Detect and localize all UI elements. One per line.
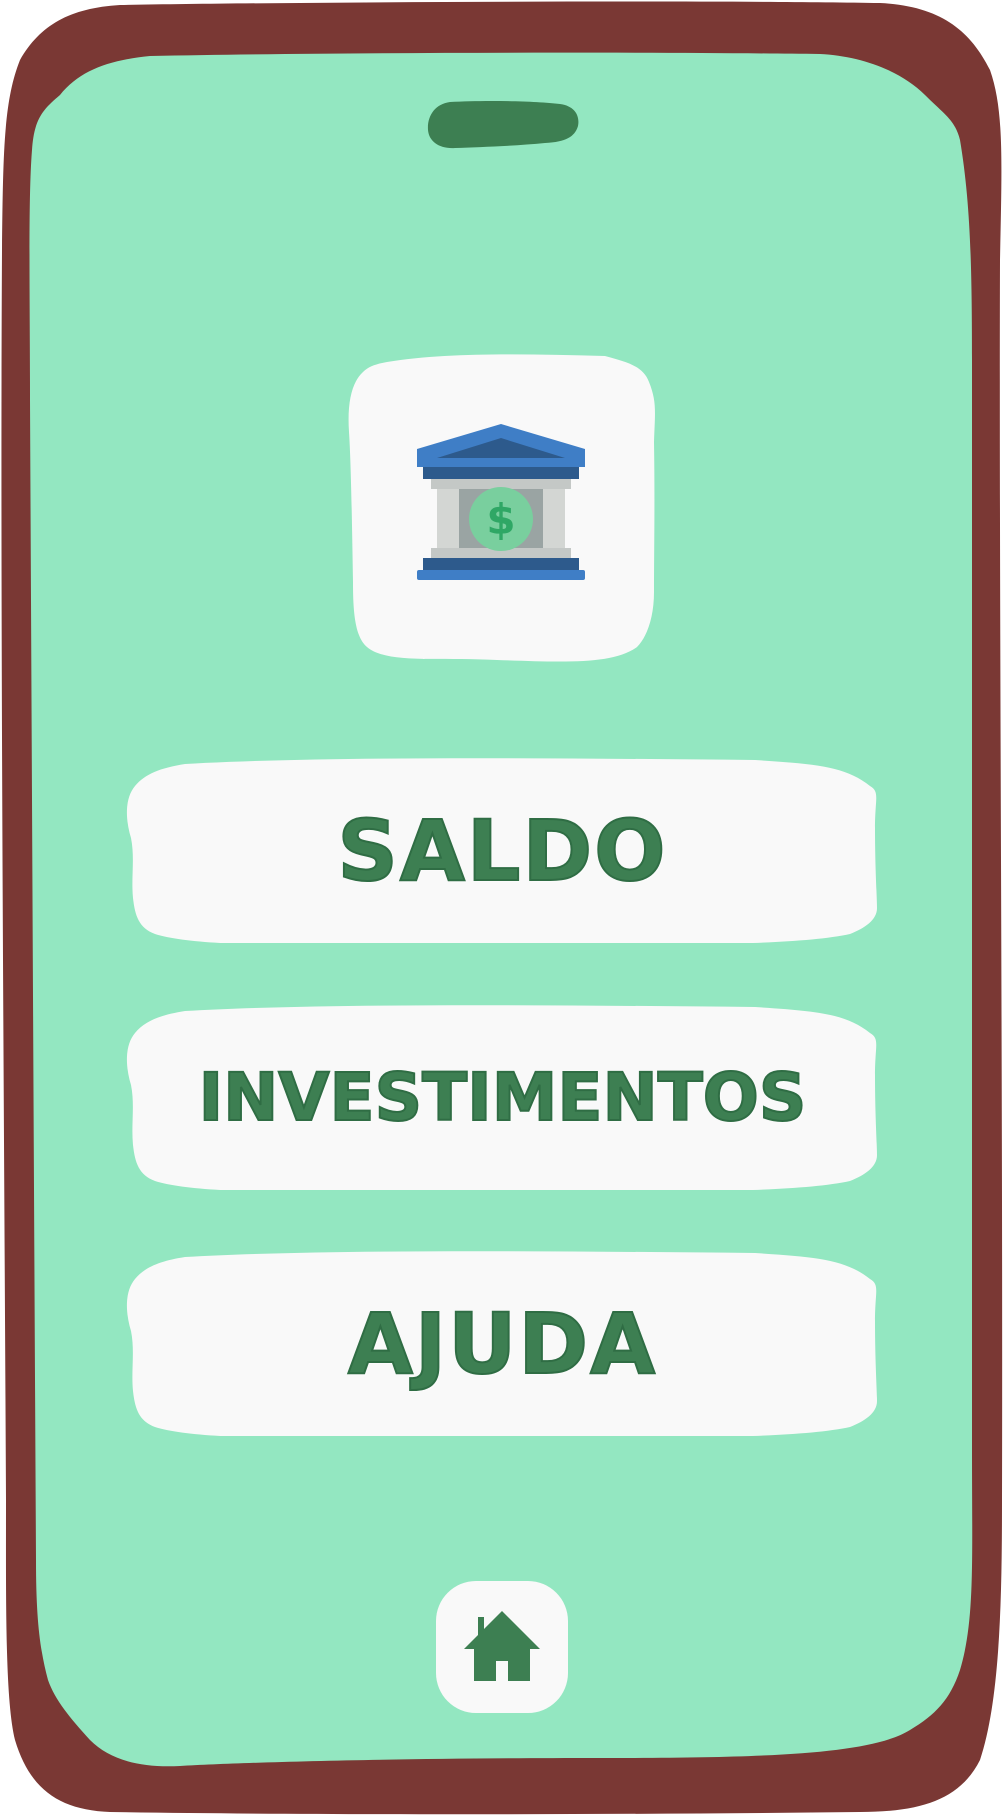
investimentos-button-label: INVESTIMENTOS <box>198 1058 808 1137</box>
saldo-button-label: SALDO <box>336 801 668 901</box>
ajuda-button[interactable]: AJUDA <box>125 1251 880 1436</box>
home-button[interactable] <box>436 1581 568 1713</box>
ajuda-button-label: AJUDA <box>347 1294 658 1394</box>
saldo-button[interactable]: SALDO <box>125 758 880 943</box>
home-icon <box>464 1611 540 1681</box>
bank-dollar-icon: $ <box>348 354 655 662</box>
speaker-notch <box>425 100 580 150</box>
svg-text:$: $ <box>486 495 515 544</box>
investimentos-button[interactable]: INVESTIMENTOS <box>125 1005 880 1190</box>
bank-logo-tile: $ <box>347 352 656 662</box>
